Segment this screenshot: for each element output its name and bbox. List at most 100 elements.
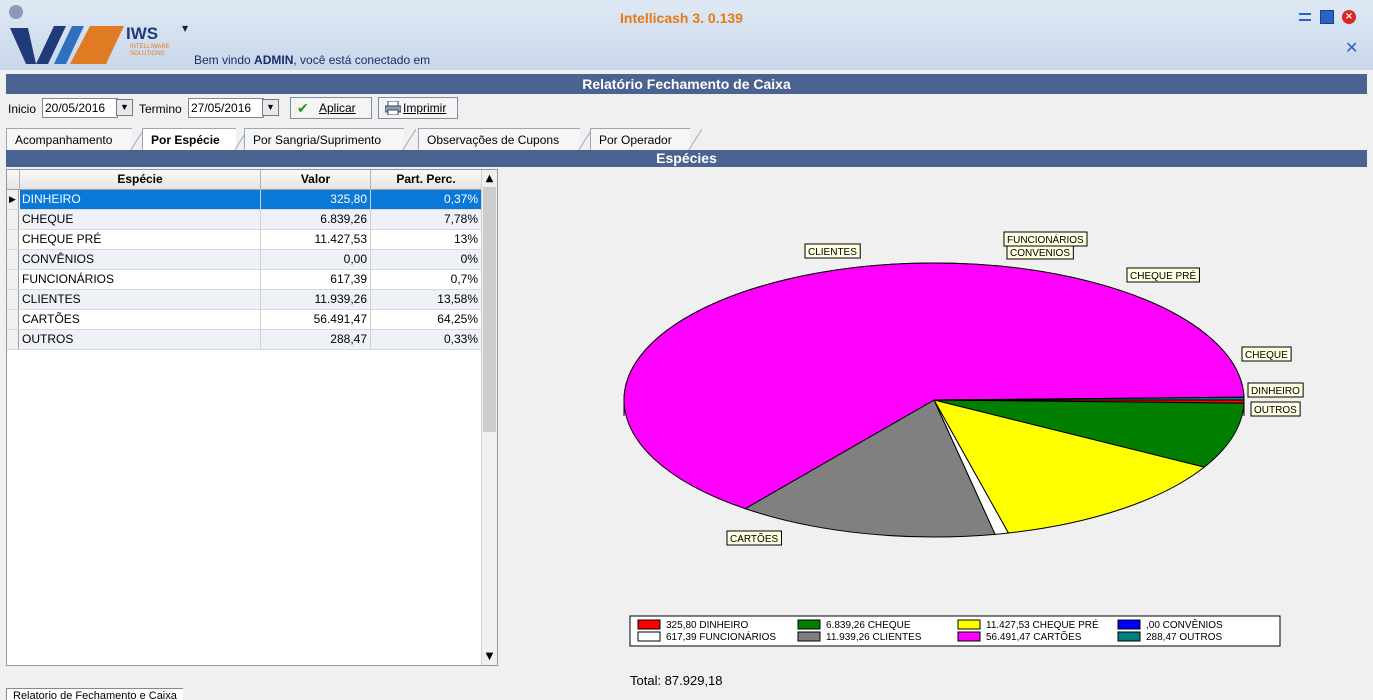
cell-especie[interactable]: CHEQUE PRÉ: [20, 230, 261, 249]
legend-swatch: [637, 631, 661, 642]
termino-dropdown-icon[interactable]: ▼: [262, 99, 279, 116]
legend-label: 617,39 FUNCIONÁRIOS: [666, 630, 776, 643]
aplicar-button[interactable]: ✔ Aplicar: [290, 97, 372, 119]
row-indicator: [7, 330, 19, 349]
slice-label: FUNCIONÁRIOS: [1003, 231, 1088, 247]
cell-especie[interactable]: CARTÕES: [20, 310, 261, 329]
header-indicator: [7, 170, 20, 189]
minimize-icon[interactable]: [1298, 10, 1312, 24]
legend-label: 56.491,47 CARTÕES: [986, 630, 1082, 643]
table-row[interactable]: CHEQUE 6.839,26 7,78%: [7, 210, 482, 230]
row-indicator: [7, 270, 19, 289]
termino-label: Termino: [139, 102, 182, 116]
cell-valor[interactable]: 288,47: [261, 330, 371, 349]
svg-text:CARTÕES: CARTÕES: [730, 532, 778, 545]
cell-valor[interactable]: 325,80: [261, 190, 371, 209]
cell-perc[interactable]: 7,78%: [371, 210, 482, 229]
cell-perc[interactable]: 0%: [371, 250, 482, 269]
iws-wordmark: IWS INTELLIWARE SOLUTIONS: [126, 24, 170, 57]
legend-label: 325,80 DINHEIRO: [666, 620, 748, 631]
cell-perc[interactable]: 13%: [371, 230, 482, 249]
cell-especie[interactable]: CLIENTES: [20, 290, 261, 309]
imprimir-button[interactable]: Imprimir: [378, 97, 458, 119]
legend-swatch: [1117, 619, 1141, 630]
welcome-message: Bem vindo ADMIN, você está conectado em: [194, 53, 431, 67]
bottom-window-tab[interactable]: Relatorio de Fechamento e Caixa: [6, 688, 183, 700]
close-report-icon[interactable]: ✕: [1345, 38, 1358, 57]
svg-text:CLIENTES: CLIENTES: [808, 247, 857, 258]
cell-valor[interactable]: 11.939,26: [261, 290, 371, 309]
header-perc[interactable]: Part. Perc.: [371, 170, 482, 189]
table-row[interactable]: CHEQUE PRÉ 11.427,53 13%: [7, 230, 482, 250]
svg-text:DINHEIRO: DINHEIRO: [1251, 386, 1300, 397]
legend-swatch: [957, 619, 981, 630]
grid-header: Espécie Valor Part. Perc.: [7, 170, 482, 190]
legend-swatch: [957, 631, 981, 642]
cell-especie[interactable]: DINHEIRO: [20, 190, 261, 209]
cell-especie[interactable]: CHEQUE: [20, 210, 261, 229]
pie-chart-svg: DINHEIRO CHEQUE CHEQUE PRÉ CONVENIOS FUNCION…: [623, 231, 1304, 647]
inicio-date-field[interactable]: 20/05/2016: [42, 98, 118, 118]
report-title: Relatório Fechamento de Caixa: [6, 74, 1367, 94]
check-icon: ✔: [297, 100, 309, 116]
cell-perc[interactable]: 0,37%: [371, 190, 482, 209]
slice-label: CHEQUE: [1241, 346, 1292, 362]
row-indicator: [7, 250, 19, 269]
slice-label: CARTÕES: [726, 530, 782, 546]
app-title: Intellicash 3. 0.139: [620, 10, 743, 26]
cell-perc[interactable]: 0,33%: [371, 330, 482, 349]
termino-date-field[interactable]: 27/05/2016: [188, 98, 264, 118]
legend-swatch: [637, 619, 661, 630]
svg-text:CONVENIOS: CONVENIOS: [1010, 248, 1070, 259]
cell-valor[interactable]: 617,39: [261, 270, 371, 289]
grid-scrollbar[interactable]: ▲ ▼: [481, 170, 497, 665]
svg-text:FUNCIONÁRIOS: FUNCIONÁRIOS: [1007, 233, 1084, 246]
cell-valor[interactable]: 6.839,26: [261, 210, 371, 229]
legend-label: 6.839,26 CHEQUE: [826, 620, 911, 631]
scroll-down-icon[interactable]: ▼: [482, 648, 497, 665]
tab-sangria-suprimento[interactable]: Por Sangria/Suprimento: [244, 128, 416, 151]
legend-label: 288,47 OUTROS: [1146, 632, 1222, 643]
close-window-icon[interactable]: ×: [1342, 10, 1356, 24]
inicio-dropdown-icon[interactable]: ▼: [116, 99, 133, 116]
row-indicator: [7, 310, 19, 329]
legend-label: 11.427,53 CHEQUE PRÉ: [986, 618, 1099, 631]
tab-acompanhamento[interactable]: Acompanhamento: [6, 128, 144, 151]
maximize-icon[interactable]: [1320, 10, 1334, 24]
cell-perc[interactable]: 64,25%: [371, 310, 482, 329]
inicio-label: Inicio: [8, 102, 37, 116]
slice-label: DINHEIRO: [1247, 382, 1304, 398]
total-label: Total: 87.929,18: [630, 673, 723, 688]
cell-valor[interactable]: 0,00: [261, 250, 371, 269]
cell-valor[interactable]: 56.491,47: [261, 310, 371, 329]
menu-caret-icon[interactable]: ▼: [182, 24, 188, 33]
especies-pie-chart: DINHEIRO CHEQUE CHEQUE PRÉ CONVENIOS FUNCION…: [500, 169, 1367, 688]
cell-especie[interactable]: FUNCIONÁRIOS: [20, 270, 261, 289]
header-especie[interactable]: Espécie: [20, 170, 261, 189]
table-row[interactable]: CARTÕES 56.491,47 64,25%: [7, 310, 482, 330]
svg-text:CHEQUE PRÉ: CHEQUE PRÉ: [1130, 269, 1196, 282]
cell-valor[interactable]: 11.427,53: [261, 230, 371, 249]
cell-perc[interactable]: 13,58%: [371, 290, 482, 309]
table-row[interactable]: FUNCIONÁRIOS 617,39 0,7%: [7, 270, 482, 290]
tab-por-especie[interactable]: Por Espécie: [142, 128, 248, 151]
header-valor[interactable]: Valor: [261, 170, 371, 189]
iws-logo: [9, 5, 124, 64]
slice-label: CHEQUE PRÉ: [1126, 267, 1200, 283]
table-row[interactable]: OUTROS 288,47 0,33%: [7, 330, 482, 350]
table-row[interactable]: CONVÊNIOS 0,00 0%: [7, 250, 482, 270]
cell-especie[interactable]: OUTROS: [20, 330, 261, 349]
section-title: Espécies: [6, 150, 1367, 167]
table-row[interactable]: CLIENTES 11.939,26 13,58%: [7, 290, 482, 310]
svg-text:OUTROS: OUTROS: [1254, 405, 1297, 416]
scroll-thumb[interactable]: [483, 187, 496, 432]
tab-observacoes-cupons[interactable]: Observações de Cupons: [418, 128, 592, 151]
cell-perc[interactable]: 0,7%: [371, 270, 482, 289]
row-indicator: [7, 230, 19, 249]
table-row[interactable]: ▶ DINHEIRO 325,80 0,37%: [7, 190, 482, 210]
row-indicator: ▶: [7, 190, 19, 209]
scroll-up-icon[interactable]: ▲: [482, 170, 497, 187]
cell-especie[interactable]: CONVÊNIOS: [20, 250, 261, 269]
especies-grid[interactable]: Espécie Valor Part. Perc. ▶ DINHEIRO 325,8…: [6, 169, 498, 666]
tab-por-operador[interactable]: Por Operador: [590, 128, 702, 151]
